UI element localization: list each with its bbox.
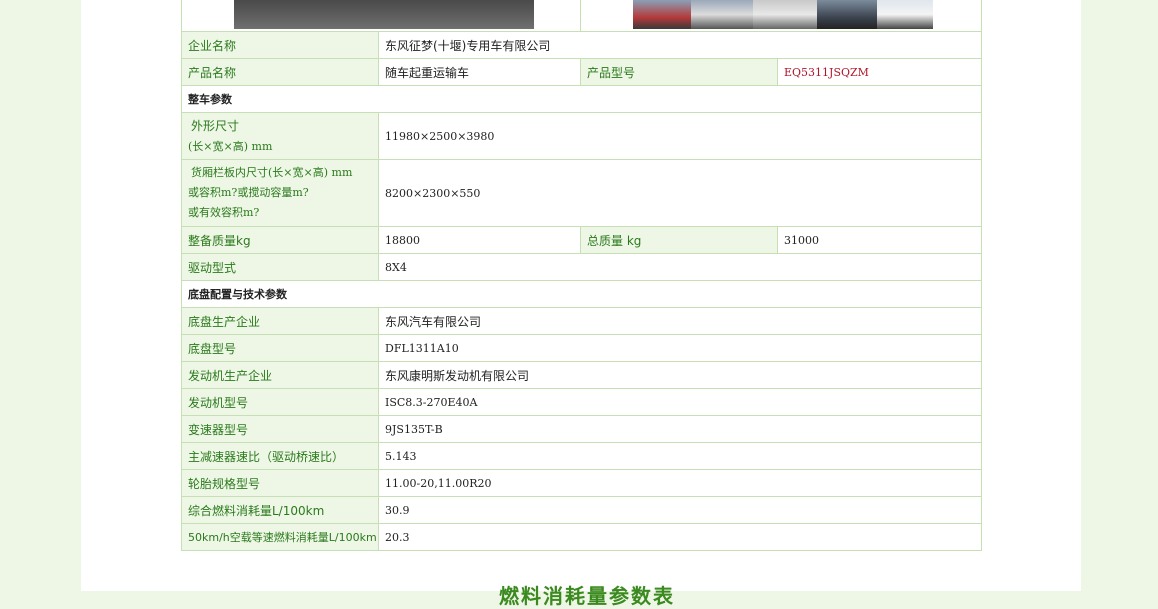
- company-value: 东风征梦(十堰)专用车有限公司: [378, 31, 982, 59]
- content-panel: 企业名称 东风征梦(十堰)专用车有限公司 产品名称 随车起重运输车 产品型号 E…: [81, 0, 1081, 608]
- dimensions-row: 外形尺寸 (长×宽×高) mm 11980×2500×3980: [181, 112, 982, 160]
- drive-row: 驱动型式 8X4: [181, 253, 982, 281]
- drive-value: 8X4: [378, 253, 982, 281]
- fuel-table-title: 燃料消耗量参数表: [499, 584, 675, 608]
- photo-cell-left: [181, 0, 581, 32]
- total-weight-value: 31000: [777, 226, 982, 254]
- chassis-param-value: 11.00-20,11.00R20: [378, 469, 982, 497]
- company-label: 企业名称: [181, 31, 379, 59]
- product-name-value: 随车起重运输车: [378, 58, 581, 86]
- chassis-param-label: 轮胎规格型号: [181, 469, 379, 497]
- cargo-label-line2: 或容积m?或搅动容量m?: [188, 186, 309, 199]
- table-row: 底盘型号 DFL1311A10: [181, 334, 982, 362]
- chassis-param-value: ISC8.3-270E40A: [378, 388, 982, 416]
- vehicle-section-title: 整车参数: [181, 85, 982, 113]
- chassis-param-value: DFL1311A10: [378, 334, 982, 362]
- chassis-param-label: 发动机生产企业: [181, 361, 379, 389]
- drive-label: 驱动型式: [181, 253, 379, 281]
- chassis-param-label: 底盘型号: [181, 334, 379, 362]
- chassis-param-label: 发动机型号: [181, 388, 379, 416]
- weight-row: 整备质量kg 18800 总质量 kg 31000: [181, 226, 982, 254]
- table-row: 发动机型号 ISC8.3-270E40A: [181, 388, 982, 416]
- photo-cell-right: [580, 0, 982, 32]
- product-model-value: EQ5311JSQZM: [777, 58, 982, 86]
- table-row: 主减速器速比（驱动桥速比） 5.143: [181, 442, 982, 470]
- chassis-param-label: 主减速器速比（驱动桥速比）: [181, 442, 379, 470]
- cargo-label-line1: 货厢栏板内尺寸(长×宽×高) mm: [191, 166, 353, 179]
- company-row: 企业名称 东风征梦(十堰)专用车有限公司: [181, 31, 982, 59]
- chassis-param-value: 30.9: [378, 496, 982, 524]
- chassis-param-value: 东风汽车有限公司: [378, 307, 982, 335]
- table-row: 轮胎规格型号 11.00-20,11.00R20: [181, 469, 982, 497]
- truck-photo-2[interactable]: [633, 0, 933, 29]
- total-weight-label: 总质量 kg: [580, 226, 778, 254]
- product-model-label: 产品型号: [580, 58, 778, 86]
- cargo-row: 货厢栏板内尺寸(长×宽×高) mm 或容积m?或搅动容量m? 或有效容积m? 8…: [181, 159, 982, 227]
- photo-row: [181, 0, 982, 32]
- curb-weight-value: 18800: [378, 226, 581, 254]
- chassis-param-value: 东风康明斯发动机有限公司: [378, 361, 982, 389]
- dimensions-label: 外形尺寸 (长×宽×高) mm: [181, 112, 379, 160]
- table-row: 底盘生产企业 东风汽车有限公司: [181, 307, 982, 335]
- dimensions-label-line2: (长×宽×高) mm: [188, 139, 273, 153]
- spec-table: 企业名称 东风征梦(十堰)专用车有限公司 产品名称 随车起重运输车 产品型号 E…: [181, 0, 982, 551]
- chassis-param-label: 50km/h空载等速燃料消耗量L/100km: [181, 523, 379, 551]
- chassis-section-row: 底盘配置与技术参数: [181, 280, 982, 308]
- vehicle-section-row: 整车参数: [181, 85, 982, 113]
- curb-weight-label: 整备质量kg: [181, 226, 379, 254]
- table-row: 变速器型号 9JS135T-B: [181, 415, 982, 443]
- chassis-param-label: 综合燃料消耗量L/100km: [181, 496, 379, 524]
- product-name-label: 产品名称: [181, 58, 379, 86]
- cargo-value: 8200×2300×550: [378, 159, 982, 227]
- cargo-label: 货厢栏板内尺寸(长×宽×高) mm 或容积m?或搅动容量m? 或有效容积m?: [181, 159, 379, 227]
- chassis-section-title: 底盘配置与技术参数: [181, 280, 982, 308]
- chassis-param-label: 底盘生产企业: [181, 307, 379, 335]
- chassis-param-label: 变速器型号: [181, 415, 379, 443]
- dimensions-label-line1: 外形尺寸: [191, 118, 240, 133]
- chassis-param-value: 5.143: [378, 442, 982, 470]
- table-row: 综合燃料消耗量L/100km 30.9: [181, 496, 982, 524]
- truck-photo-1[interactable]: [234, 0, 534, 29]
- chassis-rows: 底盘生产企业 东风汽车有限公司 底盘型号 DFL1311A10 发动机生产企业 东风康明斯…: [181, 307, 982, 551]
- chassis-param-value: 9JS135T-B: [378, 415, 982, 443]
- dimensions-value: 11980×2500×3980: [378, 112, 982, 160]
- table-row: 50km/h空载等速燃料消耗量L/100km 20.3: [181, 523, 982, 551]
- cargo-label-line3: 或有效容积m?: [188, 206, 260, 219]
- product-row: 产品名称 随车起重运输车 产品型号 EQ5311JSQZM: [181, 58, 982, 86]
- chassis-param-value: 20.3: [378, 523, 982, 551]
- table-row: 发动机生产企业 东风康明斯发动机有限公司: [181, 361, 982, 389]
